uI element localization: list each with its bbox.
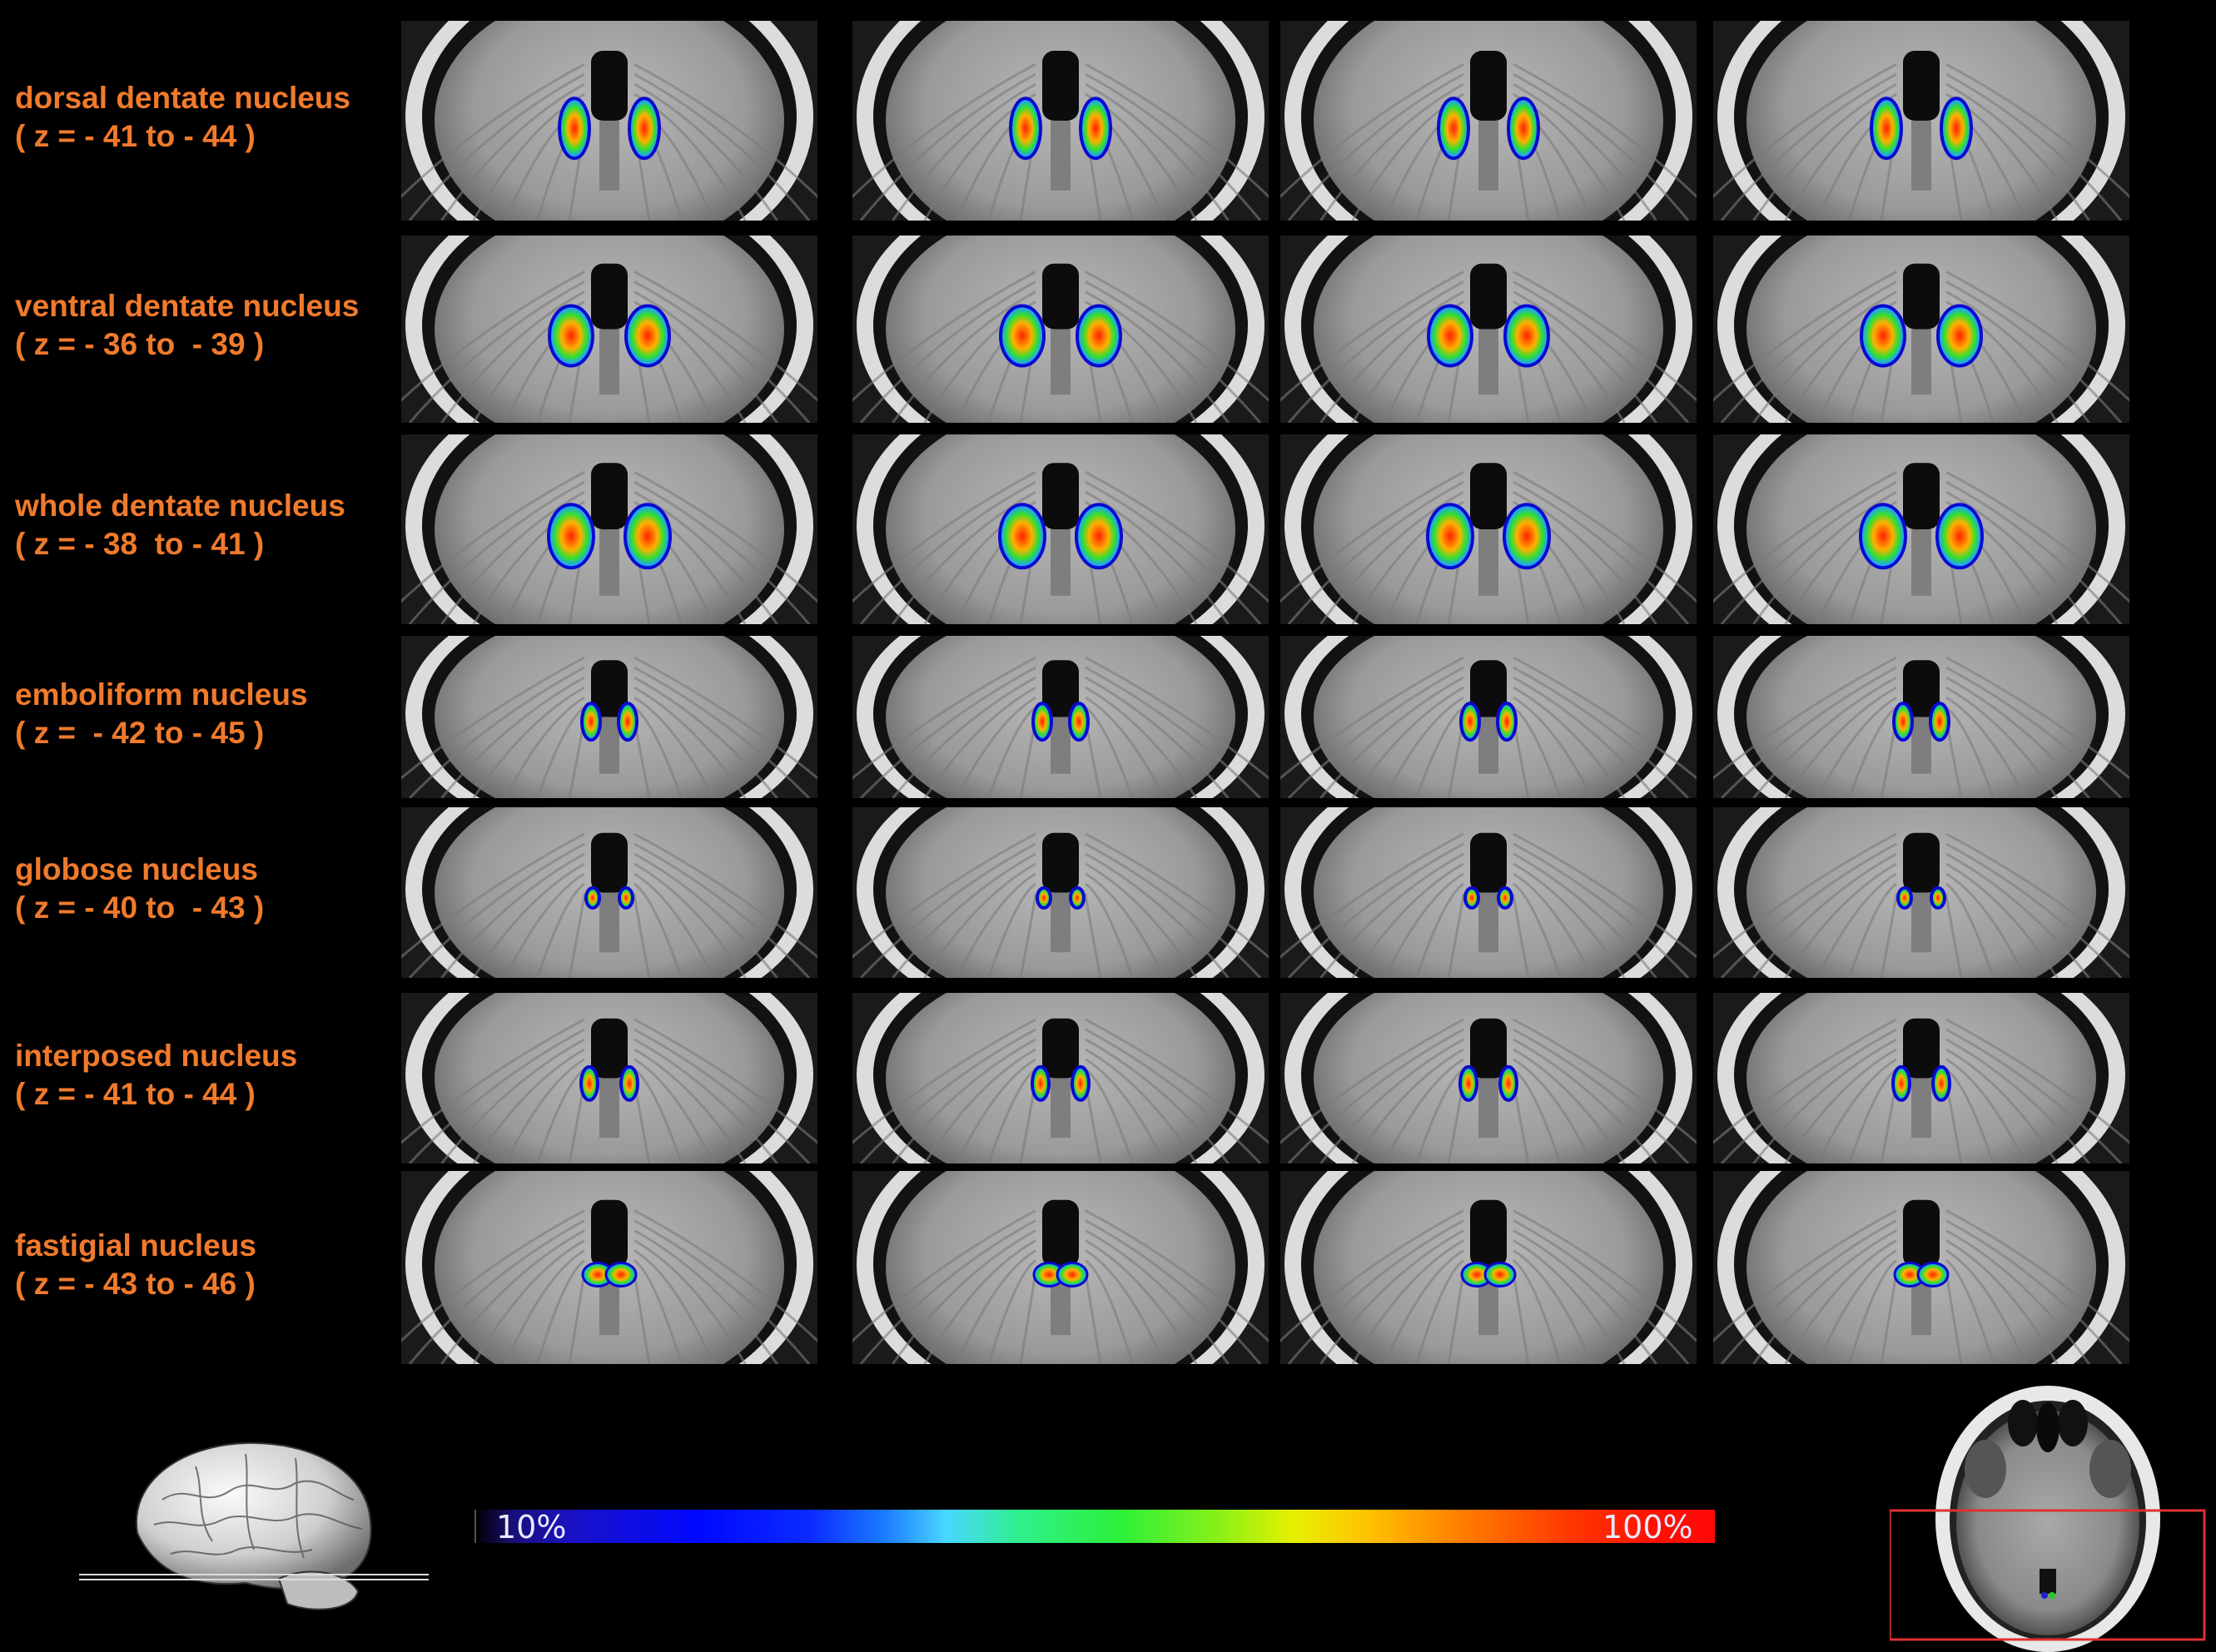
- row-label-whole-dentate: whole dentate nucleus ( z = - 38 to - 41…: [15, 487, 345, 563]
- mri-slice: [852, 636, 1269, 798]
- row-range: ( z = - 41 to - 44 ): [15, 1077, 256, 1111]
- mri-slice: [852, 807, 1269, 978]
- mri-slice: [401, 434, 817, 624]
- row-range: ( z = - 41 to - 44 ): [15, 119, 256, 153]
- mri-slice: [1280, 636, 1697, 798]
- colorbar-max-label: 100%: [1602, 1509, 1693, 1545]
- row-name: emboliform nucleus: [15, 677, 308, 712]
- mri-slice: [1280, 21, 1697, 221]
- row-label-ventral-dentate: ventral dentate nucleus ( z = - 36 to - …: [15, 287, 359, 364]
- row-range: ( z = - 38 to - 41 ): [15, 527, 265, 561]
- mri-slice: [401, 636, 817, 798]
- mri-slice: [1713, 993, 2129, 1163]
- mri-slice: [852, 993, 1269, 1163]
- row-label-interposed: interposed nucleus ( z = - 41 to - 44 ): [15, 1037, 297, 1114]
- mri-slice: [1280, 434, 1697, 624]
- reference-axial-slice: [1890, 1386, 2206, 1652]
- colorbar-min-label: 10%: [496, 1509, 567, 1545]
- brain-3d-rendering: [79, 1441, 429, 1610]
- row-name: fastigial nucleus: [15, 1228, 256, 1263]
- mri-slice: [852, 434, 1269, 624]
- mri-slice: [401, 993, 817, 1163]
- row-name: ventral dentate nucleus: [15, 289, 360, 323]
- mri-slice: [401, 1171, 817, 1364]
- mri-slice: [852, 21, 1269, 221]
- row-name: whole dentate nucleus: [15, 489, 345, 523]
- mri-slice: [1713, 636, 2129, 798]
- mri-slice: [1280, 807, 1697, 978]
- mri-slice: [401, 21, 817, 221]
- mri-slice: [1713, 807, 2129, 978]
- row-label-globose: globose nucleus ( z = - 40 to - 43 ): [15, 851, 264, 927]
- mri-slice: [1280, 236, 1697, 423]
- row-range: ( z = - 36 to - 39 ): [15, 327, 265, 361]
- mri-slice: [852, 1171, 1269, 1364]
- row-range: ( z = - 43 to - 46 ): [15, 1267, 256, 1301]
- mri-slice: [401, 236, 817, 423]
- mri-slice: [1713, 236, 2129, 423]
- row-name: interposed nucleus: [15, 1039, 298, 1073]
- mri-slice: [852, 236, 1269, 423]
- row-label-fastigial: fastigial nucleus ( z = - 43 to - 46 ): [15, 1227, 256, 1303]
- row-range: ( z = - 42 to - 45 ): [15, 716, 265, 750]
- mri-slice: [1280, 993, 1697, 1163]
- mri-slice: [1713, 21, 2129, 221]
- mri-slice: [401, 807, 817, 978]
- row-label-emboliform: emboliform nucleus ( z = - 42 to - 45 ): [15, 676, 308, 752]
- mri-slice: [1280, 1171, 1697, 1364]
- colorbar: [475, 1510, 1715, 1543]
- mri-slice: [1713, 1171, 2129, 1364]
- mri-slice: [1713, 434, 2129, 624]
- row-range: ( z = - 40 to - 43 ): [15, 890, 265, 925]
- row-name: globose nucleus: [15, 852, 258, 886]
- row-label-dorsal-dentate: dorsal dentate nucleus ( z = - 41 to - 4…: [15, 79, 350, 156]
- row-name: dorsal dentate nucleus: [15, 81, 350, 115]
